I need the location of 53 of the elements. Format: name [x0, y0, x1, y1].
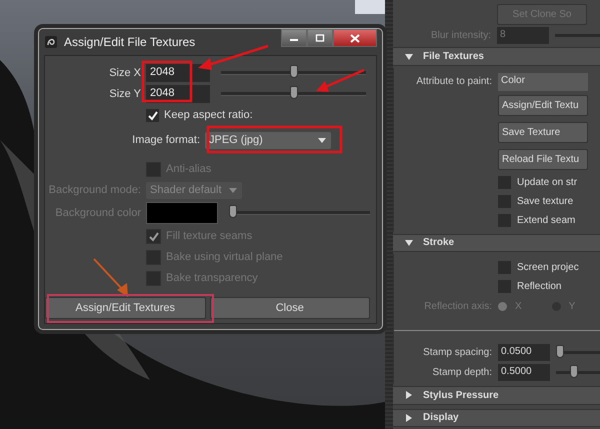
texture-button[interactable]: Reload File Textu	[498, 148, 588, 170]
expand-triangle-icon	[405, 391, 413, 400]
app-logo-icon	[44, 35, 58, 49]
checkbox-label: Save texture	[517, 196, 574, 207]
checkbox-label: Screen projec	[517, 262, 579, 274]
slider-thumb[interactable]	[556, 344, 564, 358]
checkbox[interactable]	[146, 108, 159, 122]
stamp-label: Stamp spacing:	[422, 346, 492, 358]
slider-thumb[interactable]	[290, 65, 298, 78]
expand-triangle-icon	[405, 238, 413, 247]
checkbox-label: Extend seam	[517, 214, 576, 226]
caret-icon	[229, 188, 237, 192]
dialog-button[interactable]: Close	[210, 297, 370, 319]
attribute-label: Attribute to paint:	[415, 76, 492, 88]
close-button[interactable]	[333, 29, 377, 47]
slider-thumb[interactable]	[570, 364, 578, 378]
stamp-field[interactable]: 0.5000	[498, 364, 550, 381]
highlight-box	[142, 60, 192, 102]
section-header[interactable]: Stylus Pressure	[393, 386, 600, 405]
checkbox[interactable]	[498, 261, 511, 274]
checkbox-label: Keep aspect ratio:	[164, 109, 253, 121]
size-label: Size X	[108, 67, 141, 79]
image-format-dropdown[interactable]: JPEG (jpg)	[205, 132, 331, 148]
texture-button[interactable]: Save Texture	[498, 122, 588, 143]
checkbox-label: Reflection	[517, 281, 562, 292]
checkbox[interactable]	[498, 194, 511, 208]
annotation-arrow	[316, 68, 364, 92]
maximize-icon	[315, 34, 325, 42]
checkbox-label: Update on str	[517, 176, 578, 188]
section-header[interactable]: Display	[393, 408, 600, 427]
close-icon	[350, 34, 360, 42]
dialog-button[interactable]: Assign/Edit Textures	[45, 297, 206, 319]
dialog-title: Assign/Edit File Textures	[64, 35, 196, 49]
minimize-button[interactable]	[281, 29, 307, 47]
section-header[interactable]: File Textures	[393, 47, 600, 66]
slider-thumb[interactable]	[290, 86, 298, 99]
checkbox[interactable]	[498, 176, 511, 189]
image-format-label: Image format:	[131, 134, 200, 146]
attribute-dropdown[interactable]: Color	[498, 72, 588, 91]
annotation-arrow	[93, 258, 128, 297]
size-field[interactable]: 2048	[146, 64, 210, 82]
stamp-field[interactable]: 0.0500	[498, 344, 550, 361]
stamp-label: Stamp depth:	[432, 366, 492, 378]
caret-icon	[318, 138, 326, 142]
expand-triangle-icon	[405, 414, 413, 422]
texture-button[interactable]: Assign/Edit Textu	[498, 94, 588, 116]
size-label: Size Y	[108, 88, 141, 100]
annotation-arrow	[198, 44, 268, 70]
section-header[interactable]: Stroke	[393, 234, 600, 252]
checkbox[interactable]	[498, 280, 511, 294]
checkbox[interactable]	[498, 214, 511, 227]
expand-triangle-icon	[405, 52, 413, 60]
maximize-button[interactable]	[307, 29, 333, 47]
